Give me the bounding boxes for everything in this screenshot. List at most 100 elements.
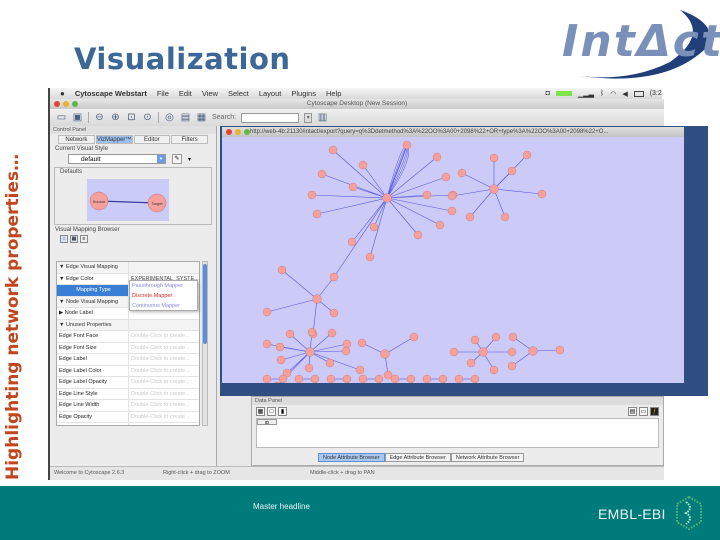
- app-name[interactable]: Cytoscape Webstart: [75, 89, 147, 98]
- wifi-icon[interactable]: ◠: [610, 90, 616, 98]
- network-node[interactable]: [432, 152, 442, 162]
- tab-editor[interactable]: Editor: [133, 135, 171, 144]
- tray-app-icon[interactable]: ◘: [546, 90, 550, 97]
- network-node[interactable]: [262, 339, 272, 349]
- network-edge[interactable]: [333, 197, 388, 278]
- zoom-icon[interactable]: [72, 101, 78, 107]
- tab-vizmapper[interactable]: VizMapper™: [95, 135, 133, 144]
- network-node[interactable]: [276, 355, 286, 365]
- property-row[interactable]: Edge Font Face Double-Click to create...: [57, 331, 199, 343]
- network-canvas[interactable]: [222, 137, 684, 398]
- zoom-out-icon[interactable]: ⊖: [94, 112, 105, 123]
- style-menu-chevron-icon[interactable]: ▾: [188, 156, 191, 163]
- network-node[interactable]: [422, 374, 432, 384]
- vizmapper-icon[interactable]: ▤: [180, 112, 191, 123]
- network-edge[interactable]: [281, 269, 318, 300]
- bluetooth-icon[interactable]: ᛒ: [600, 90, 604, 97]
- column-header-id[interactable]: ID: [257, 419, 277, 425]
- property-row[interactable]: Edge Source Arrow ColorDouble-Click to c…: [57, 423, 199, 425]
- search-dropdown[interactable]: ▾: [304, 112, 313, 123]
- network-node[interactable]: [278, 374, 288, 384]
- network-node[interactable]: [489, 153, 499, 163]
- network-edge[interactable]: [386, 197, 453, 212]
- sort-icon[interactable]: ↕: [60, 235, 68, 243]
- property-value[interactable]: [129, 319, 199, 330]
- network-node[interactable]: [369, 222, 379, 232]
- property-value[interactable]: Double-Click to create...: [129, 423, 199, 425]
- delete-attribute-icon[interactable]: ▮: [278, 407, 287, 416]
- maximize-icon[interactable]: [244, 129, 250, 135]
- network-node[interactable]: [277, 265, 287, 275]
- network-node[interactable]: [355, 365, 365, 375]
- menu-view[interactable]: View: [202, 89, 218, 98]
- network-node[interactable]: [328, 145, 338, 155]
- property-row[interactable]: Edge Font Size Double-Click to create...: [57, 342, 199, 354]
- network-node[interactable]: [409, 332, 419, 342]
- save-icon[interactable]: ▣: [72, 112, 83, 123]
- network-node[interactable]: [555, 345, 565, 355]
- import-icon[interactable]: ▤: [628, 407, 637, 416]
- network-node[interactable]: [275, 342, 285, 352]
- property-row[interactable]: ▼ Edge Visual Mapping: [57, 262, 199, 274]
- menu-plugins[interactable]: Plugins: [291, 89, 316, 98]
- network-node[interactable]: [489, 365, 499, 375]
- network-node[interactable]: [454, 374, 464, 384]
- zoom-in-icon[interactable]: ⊕: [110, 112, 121, 123]
- property-row[interactable]: Edge Label Double-Click to create...: [57, 354, 199, 366]
- network-edge[interactable]: [332, 149, 388, 199]
- network-node[interactable]: [489, 184, 499, 194]
- minimize-icon[interactable]: [63, 101, 69, 107]
- category-icon[interactable]: ▦: [70, 235, 78, 243]
- network-node[interactable]: [312, 209, 322, 219]
- property-row[interactable]: Edge Line Width Double-Click to create...: [57, 400, 199, 412]
- network-node[interactable]: [383, 370, 393, 380]
- network-node[interactable]: [304, 363, 314, 373]
- battery-icon[interactable]: [633, 90, 644, 97]
- network-edge[interactable]: [493, 188, 543, 195]
- close-icon[interactable]: [226, 129, 232, 135]
- property-value[interactable]: Double-Click to create...: [129, 343, 199, 354]
- volume-icon[interactable]: ◀: [622, 90, 627, 98]
- property-row[interactable]: Edge Label Color Double-Click to create..…: [57, 365, 199, 377]
- network-node[interactable]: [358, 160, 368, 170]
- open-folder-icon[interactable]: ▭: [56, 112, 67, 123]
- search-options-icon[interactable]: ▥: [317, 112, 328, 123]
- property-value[interactable]: Double-Click to create...: [129, 377, 199, 388]
- network-node[interactable]: [435, 220, 445, 230]
- network-edge[interactable]: [309, 343, 348, 353]
- network-node[interactable]: [262, 374, 272, 384]
- menu-help[interactable]: Help: [326, 89, 341, 98]
- property-value[interactable]: Double-Click to create...: [129, 412, 199, 423]
- network-node[interactable]: [358, 374, 368, 384]
- search-input[interactable]: [241, 112, 300, 123]
- menu-item-continuous-mapper[interactable]: Continuous Mapper: [130, 301, 197, 311]
- network-node[interactable]: [374, 374, 384, 384]
- network-node[interactable]: [470, 374, 480, 384]
- zoom-fit-icon[interactable]: ⊡: [126, 112, 137, 123]
- network-node[interactable]: [507, 361, 517, 371]
- network-node[interactable]: [507, 347, 517, 357]
- network-node[interactable]: [466, 358, 476, 368]
- network-node[interactable]: [310, 374, 320, 384]
- network-node[interactable]: [441, 172, 451, 182]
- network-edge[interactable]: [311, 194, 388, 199]
- network-node[interactable]: [507, 166, 517, 176]
- network-node[interactable]: [422, 190, 432, 200]
- network-node[interactable]: [500, 212, 510, 222]
- menu-edit[interactable]: Edit: [179, 89, 192, 98]
- network-graph[interactable]: [222, 137, 684, 398]
- property-value[interactable]: Double-Click to create...: [129, 400, 199, 411]
- network-node[interactable]: [528, 346, 538, 356]
- network-node[interactable]: [365, 252, 375, 262]
- network-node[interactable]: [262, 307, 272, 317]
- style-options-button[interactable]: ✎: [172, 154, 182, 164]
- network-node[interactable]: [294, 374, 304, 384]
- network-node[interactable]: [478, 347, 488, 357]
- network-node[interactable]: [522, 150, 532, 160]
- layout-icon[interactable]: ◎: [164, 112, 175, 123]
- property-value[interactable]: [129, 262, 199, 273]
- tab-network[interactable]: Network: [58, 135, 95, 144]
- visual-style-select[interactable]: default ▾: [68, 154, 166, 164]
- new-attribute-icon[interactable]: □: [267, 407, 276, 416]
- minimize-icon[interactable]: [235, 129, 241, 135]
